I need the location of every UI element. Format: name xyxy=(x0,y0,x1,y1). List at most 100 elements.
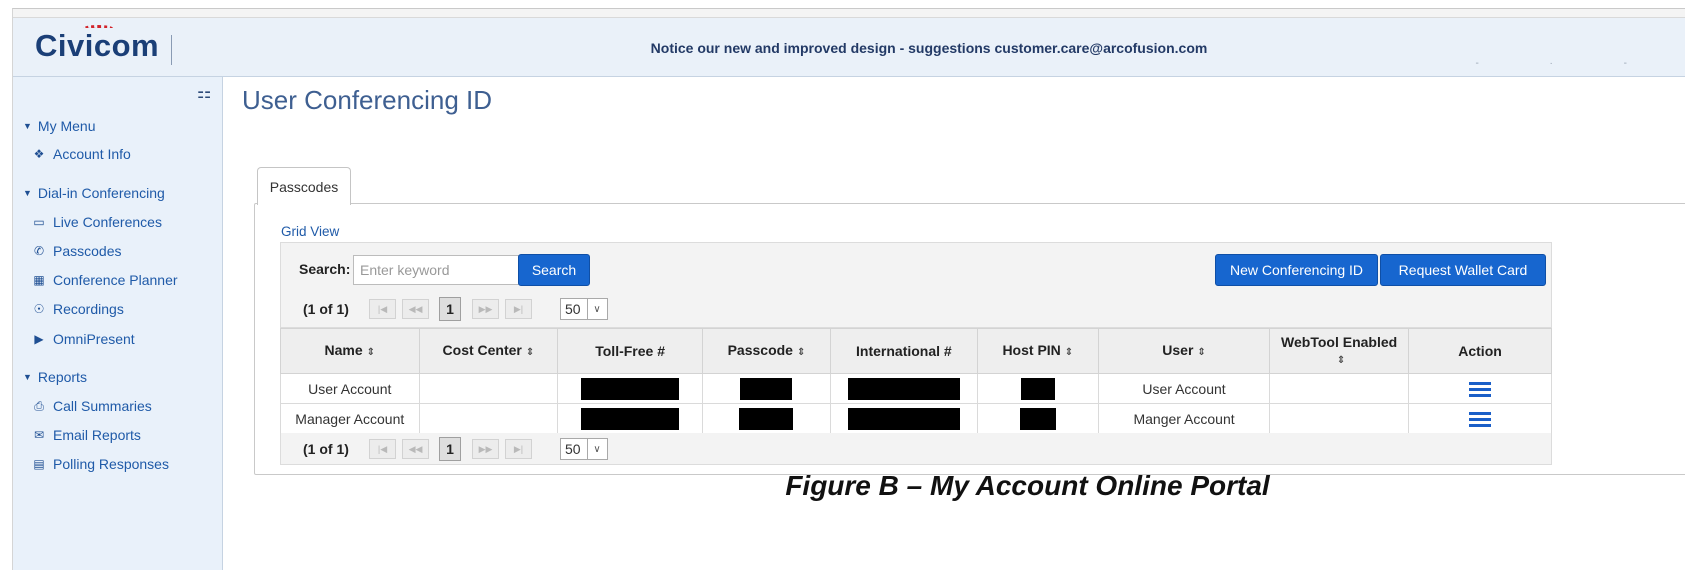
sort-icon: ⇕ xyxy=(525,346,535,358)
cell-name: User Account xyxy=(280,373,420,404)
figure-caption: Figure B – My Account Online Portal xyxy=(785,470,1270,501)
cell-cost-center xyxy=(418,403,559,434)
cell-cost-center xyxy=(418,373,559,404)
sidebar-item-omnipresent[interactable]: ▶ OmniPresent xyxy=(32,331,135,347)
sidebar-group-dial-in[interactable]: ▼ Dial-in Conferencing xyxy=(23,185,165,201)
page-size-value: 50 xyxy=(565,441,581,457)
pin-icon[interactable]: ⚏ xyxy=(197,83,211,103)
bar-chart-icon: ▤ xyxy=(33,457,45,471)
table-row: User Account User Account xyxy=(280,373,1552,404)
request-wallet-card-button[interactable]: Request Wallet Card xyxy=(1380,254,1546,286)
cell-user: Manger Account xyxy=(1097,403,1271,434)
sidebar-item-label: Recordings xyxy=(53,301,124,317)
sidebar-item-email-reports[interactable]: ✉ Email Reports xyxy=(32,427,141,443)
redacted-block xyxy=(740,377,793,400)
new-conferencing-id-button[interactable]: New Conferencing ID xyxy=(1215,254,1378,286)
sidebar-group-label: My Menu xyxy=(37,118,96,134)
header-bar: Civicom Notice our new and improved desi… xyxy=(13,18,1685,77)
last-page-button[interactable]: ▶| xyxy=(505,439,532,459)
next-page-button[interactable]: ▶▶ xyxy=(472,299,499,319)
laptop-icon: ▭ xyxy=(33,215,45,229)
sidebar-group-label: Reports xyxy=(37,369,87,385)
sort-icon: ⇕ xyxy=(1197,346,1206,358)
column-header-label: Cost Center xyxy=(442,341,522,358)
sidebar-item-label: Account Info xyxy=(53,146,131,162)
calendar-icon: ▦ xyxy=(33,273,45,287)
column-header-label: Toll-Free # xyxy=(595,343,665,359)
sidebar-item-label: Conference Planner xyxy=(53,272,178,288)
window-controls[interactable]: - · - xyxy=(1475,58,1661,69)
cell-user: User Account xyxy=(1097,373,1271,404)
sidebar-item-label: OmniPresent xyxy=(53,331,135,347)
top-paginator: (1 of 1) |◀ ◀◀ 1 ▶▶ ▶| 50 ∨ xyxy=(281,295,608,323)
page-number-button[interactable]: 1 xyxy=(439,437,461,461)
cell-action xyxy=(1408,373,1552,404)
caret-down-icon: ▼ xyxy=(23,121,32,131)
search-input[interactable] xyxy=(353,255,519,285)
cell-toll-free xyxy=(557,403,703,434)
menu-icon[interactable] xyxy=(1469,381,1492,397)
redacted-block xyxy=(739,407,794,430)
cell-international xyxy=(830,403,978,434)
play-circle-icon: ▶ xyxy=(34,332,44,346)
first-page-button[interactable]: |◀ xyxy=(369,439,396,459)
sort-icon: ⇕ xyxy=(366,346,376,358)
page-size-value: 50 xyxy=(565,301,581,317)
passcodes-table: Name ⇕ Cost Center ⇕ Toll-Free # Passcode ⇕… xyxy=(280,328,1552,434)
redacted-block xyxy=(847,407,960,430)
prev-page-button[interactable]: ◀◀ xyxy=(402,299,429,319)
sidebar-group-my-menu[interactable]: ▼ My Menu xyxy=(23,118,96,134)
page-title: User Conferencing ID xyxy=(242,85,492,115)
sidebar-item-call-summaries[interactable]: ⎙ Call Summaries xyxy=(32,398,152,414)
cell-host-pin xyxy=(976,373,1099,404)
sidebar-item-account-info[interactable]: ❖ Account Info xyxy=(32,146,131,162)
column-header-label: User xyxy=(1162,341,1194,358)
sidebar-group-label: Dial-in Conferencing xyxy=(37,185,165,201)
chevron-down-icon: ∨ xyxy=(586,299,607,319)
menu-icon[interactable] xyxy=(1469,411,1492,427)
column-header-action: Action xyxy=(1408,328,1552,374)
sidebar-item-recordings[interactable]: ☉ Recordings xyxy=(32,301,124,317)
page-count: (1 of 1) xyxy=(303,301,349,317)
tab-passcodes[interactable]: Passcodes xyxy=(257,167,351,205)
search-button[interactable]: Search xyxy=(518,254,590,286)
sidebar-item-live-conferences[interactable]: ▭ Live Conferences xyxy=(32,214,162,230)
column-header-webtool-enabled[interactable]: WebTool Enabled ⇕ xyxy=(1269,328,1410,374)
column-header-name[interactable]: Name ⇕ xyxy=(280,328,420,374)
bottom-paginator: (1 of 1) |◀ ◀◀ 1 ▶▶ ▶| 50 ∨ xyxy=(281,435,608,463)
prev-page-button[interactable]: ◀◀ xyxy=(402,439,429,459)
column-header-user[interactable]: User ⇕ xyxy=(1097,328,1271,374)
passcodes-panel: Grid View Search: Search New Conferencin… xyxy=(254,203,1685,475)
cell-webtool-enabled xyxy=(1269,403,1410,434)
notice-banner: Notice our new and improved design - sug… xyxy=(650,40,1208,56)
column-header-passcode[interactable]: Passcode ⇕ xyxy=(701,328,832,374)
cell-webtool-enabled xyxy=(1269,373,1410,404)
last-page-button[interactable]: ▶| xyxy=(505,299,532,319)
table-header-row: Name ⇕ Cost Center ⇕ Toll-Free # Passcode ⇕… xyxy=(280,328,1552,374)
page-size-select[interactable]: 50 ∨ xyxy=(560,298,608,320)
print-icon: ⎙ xyxy=(34,398,44,413)
sidebar-item-label: Email Reports xyxy=(53,427,141,443)
redacted-block xyxy=(847,377,960,400)
phone-icon: ✆ xyxy=(33,244,45,258)
sidebar-item-conference-planner[interactable]: ▦ Conference Planner xyxy=(32,272,178,288)
cell-action xyxy=(1408,403,1552,434)
first-page-button[interactable]: |◀ xyxy=(369,299,396,319)
bottom-paginator-bar: (1 of 1) |◀ ◀◀ 1 ▶▶ ▶| 50 ∨ xyxy=(280,433,1552,465)
grid-view-link[interactable]: Grid View xyxy=(281,224,339,239)
redacted-block xyxy=(1019,407,1056,430)
next-page-button[interactable]: ▶▶ xyxy=(472,439,499,459)
redacted-block xyxy=(581,377,680,400)
column-header-international: International # xyxy=(830,328,978,374)
page-number-button[interactable]: 1 xyxy=(439,297,461,321)
page-size-select[interactable]: 50 ∨ xyxy=(560,438,608,460)
column-header-host-pin[interactable]: Host PIN ⇕ xyxy=(976,328,1099,374)
sort-icon: ⇕ xyxy=(796,346,806,358)
column-header-cost-center[interactable]: Cost Center ⇕ xyxy=(418,328,559,374)
column-header-label: WebTool Enabled xyxy=(1281,333,1398,350)
sidebar-item-label: Call Summaries xyxy=(53,398,152,414)
column-header-label: Passcode xyxy=(727,341,793,358)
sidebar-item-passcodes[interactable]: ✆ Passcodes xyxy=(32,243,122,259)
logo-dots-decoration xyxy=(83,25,113,31)
sidebar-group-reports[interactable]: ▼ Reports xyxy=(23,369,87,385)
